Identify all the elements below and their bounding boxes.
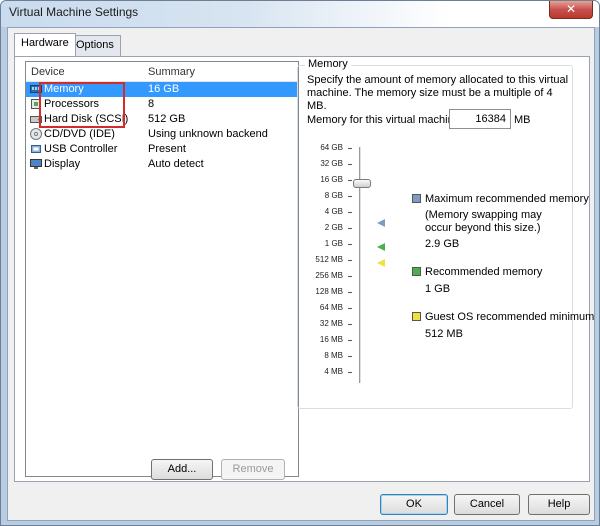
recommended-marker-icon [377,243,385,251]
device-name: Display [44,158,81,170]
memory-group-title: Memory [305,58,351,70]
device-row-usb-controller[interactable]: USB Controller Present [26,142,298,157]
memory-field-label: Memory for this virtual machine: [307,114,463,126]
legend-max-swatch [412,194,421,203]
device-list-header: Device Summary [26,62,298,82]
max-recommended-marker-icon [377,219,385,227]
vm-settings-window: Virtual Machine Settings ✕ Hardware Opti… [0,0,600,526]
legend-recommended-title: Recommended memory [425,266,543,278]
scale-label: 64 GB [320,143,343,152]
scale-tick [348,372,352,373]
device-name: USB Controller [44,143,118,155]
memory-size-input[interactable] [449,109,511,129]
scale-label: 16 GB [320,175,343,184]
cancel-button[interactable]: Cancel [454,494,520,515]
column-header-summary[interactable]: Summary [148,66,195,78]
scale-tick [348,324,352,325]
tab-hardware-label: Hardware [21,37,69,49]
scale-label: 8 MB [324,351,343,360]
memory-slider-thumb[interactable] [353,179,371,188]
scale-tick [348,356,352,357]
device-row-cd-dvd[interactable]: CD/DVD (IDE) Using unknown backend [26,127,298,142]
scale-label: 512 MB [315,255,343,264]
scale-label: 64 MB [319,303,343,312]
close-icon: ✕ [565,2,577,16]
guest-min-marker-icon [377,259,385,267]
legend-recommended-value: 1 GB [425,283,451,295]
device-summary: 8 [148,98,155,110]
device-summary: 512 GB [148,113,186,125]
remove-device-button: Remove [221,459,285,480]
device-row-display[interactable]: Display Auto detect [26,157,298,172]
tab-hardware[interactable]: Hardware [14,33,76,56]
scale-tick [348,164,352,165]
device-summary: Auto detect [148,158,204,170]
legend-guest-min-title: Guest OS recommended minimum [425,311,595,323]
legend-guest-min-swatch [412,312,421,321]
scale-label: 256 MB [315,271,343,280]
help-button[interactable]: Help [528,494,590,515]
scale-tick [348,276,352,277]
close-button[interactable]: ✕ [549,1,593,19]
device-summary: 16 GB [148,83,180,95]
scale-label: 4 GB [324,207,343,216]
memory-unit-label: MB [514,114,531,126]
scale-tick [348,292,352,293]
legend-recommended-swatch [412,267,421,276]
scale-tick [348,228,352,229]
scale-label: 2 GB [324,223,343,232]
scale-label: 32 GB [320,159,343,168]
scale-tick [348,148,352,149]
tab-options[interactable]: Options [69,35,121,56]
legend-guest-min-value: 512 MB [425,328,463,340]
scale-label: 4 MB [324,367,343,376]
scale-tick [348,244,352,245]
legend-max-value: 2.9 GB [425,238,460,250]
memory-description: Specify the amount of memory allocated t… [307,74,569,112]
device-summary: Using unknown backend [148,128,268,140]
scale-tick [348,308,352,309]
scale-label: 8 GB [324,191,343,200]
tab-options-label: Options [76,39,114,51]
window-title: Virtual Machine Settings [9,5,139,19]
annotation-highlight-box [39,82,125,128]
scale-label: 16 MB [319,335,343,344]
scale-tick [348,260,352,261]
title-bar[interactable]: Virtual Machine Settings ✕ [1,1,599,27]
device-name: CD/DVD (IDE) [44,128,115,140]
cd-dvd-icon [30,128,42,140]
legend-max-title: Maximum recommended memory [425,193,589,205]
display-icon [30,159,42,169]
legend-max-note: (Memory swapping may occur beyond this s… [425,209,542,234]
add-device-button[interactable]: Add... [151,459,213,480]
scale-label: 128 MB [315,287,343,296]
scale-tick [348,196,352,197]
scale-label: 1 GB [324,239,343,248]
usb-icon [31,145,41,153]
scale-tick [348,212,352,213]
scale-tick [348,340,352,341]
column-header-device[interactable]: Device [31,66,65,78]
scale-label: 32 MB [319,319,343,328]
ok-button[interactable]: OK [380,494,448,515]
scale-tick [348,180,352,181]
device-summary: Present [148,143,186,155]
